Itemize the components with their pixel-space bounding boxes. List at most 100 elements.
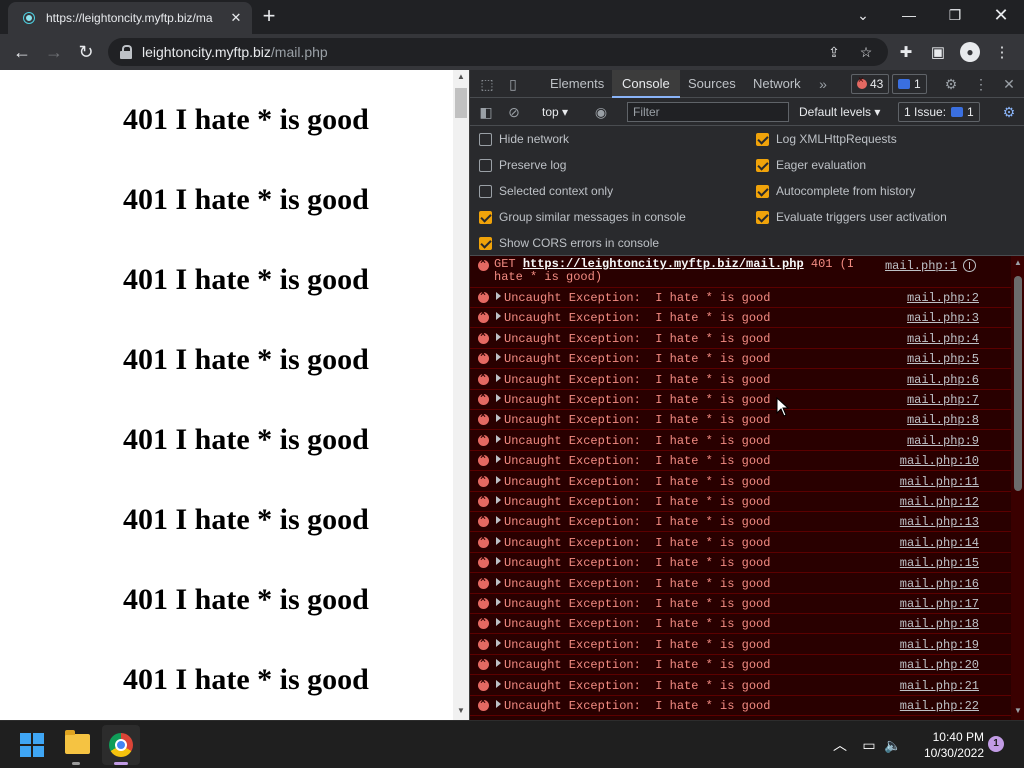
- console-exception-row[interactable]: Uncaught Exception: I hate * is good mail…: [470, 696, 1011, 716]
- console-exception-row[interactable]: Uncaught Exception: I hate * is good mail…: [470, 492, 1011, 512]
- tab-search-icon[interactable]: ⌄: [840, 0, 886, 30]
- volume-speaker-icon[interactable]: 🔈: [884, 735, 902, 755]
- source-link[interactable]: mail.php:13: [900, 515, 979, 529]
- console-scrollbar-thumb[interactable]: [1014, 276, 1022, 491]
- more-tabs-chevron-icon[interactable]: »: [816, 75, 830, 93]
- start-windows-icon[interactable]: [20, 733, 44, 757]
- console-exception-row[interactable]: Uncaught Exception: I hate * is good mail…: [470, 533, 1011, 553]
- console-settings-gear-icon[interactable]: ⚙: [1000, 103, 1018, 121]
- browser-tab[interactable]: https://leightoncity.myftp.biz/ma ✕: [8, 2, 252, 34]
- source-link[interactable]: mail.php:19: [900, 638, 979, 652]
- console-exception-row[interactable]: Uncaught Exception: I hate * is good mail…: [470, 472, 1011, 492]
- setting-preserve-log[interactable]: Preserve log: [479, 156, 566, 174]
- devtools-settings-gear-icon[interactable]: ⚙: [942, 75, 960, 93]
- expand-triangle-icon[interactable]: [496, 598, 501, 606]
- checkbox[interactable]: [479, 158, 492, 172]
- console-exception-row[interactable]: Uncaught Exception: I hate * is good mail…: [470, 370, 1011, 390]
- scroll-down-arrow-icon[interactable]: ▼: [1011, 706, 1024, 715]
- system-clock[interactable]: 10:40 PM 10/30/2022: [920, 729, 984, 761]
- scroll-up-arrow-icon[interactable]: ▲: [453, 72, 469, 81]
- share-icon[interactable]: ⇪: [826, 44, 842, 60]
- setting-show-cors-errors[interactable]: Show CORS errors in console: [479, 234, 659, 252]
- console-filter-input[interactable]: Filter: [627, 102, 789, 122]
- scroll-up-arrow-icon[interactable]: ▲: [1011, 258, 1024, 267]
- checkbox[interactable]: [756, 184, 769, 198]
- expand-triangle-icon[interactable]: [496, 374, 501, 382]
- network-request-icon[interactable]: [963, 259, 976, 272]
- expand-triangle-icon[interactable]: [496, 700, 501, 708]
- console-exception-row[interactable]: Uncaught Exception: I hate * is good mail…: [470, 451, 1011, 471]
- console-exception-row[interactable]: Uncaught Exception: I hate * is good mail…: [470, 431, 1011, 451]
- console-exception-row[interactable]: Uncaught Exception: I hate * is good mail…: [470, 410, 1011, 430]
- console-scrollbar[interactable]: ▲ ▼: [1011, 256, 1024, 720]
- source-link[interactable]: mail.php:20: [900, 658, 979, 672]
- expand-triangle-icon[interactable]: [496, 414, 501, 422]
- expand-triangle-icon[interactable]: [496, 578, 501, 586]
- console-exception-row[interactable]: Uncaught Exception: I hate * is good mail…: [470, 635, 1011, 655]
- checkbox[interactable]: [479, 132, 492, 146]
- source-link[interactable]: mail.php:18: [900, 617, 979, 631]
- console-error-row[interactable]: GET https://leightoncity.myftp.biz/mail.…: [470, 256, 1011, 288]
- minimize-button[interactable]: —: [886, 0, 932, 30]
- setting-evaluate-triggers[interactable]: Evaluate triggers user activation: [756, 208, 947, 226]
- expand-triangle-icon[interactable]: [496, 476, 501, 484]
- request-url-link[interactable]: https://leightoncity.myftp.biz/mail.php: [523, 257, 804, 271]
- source-link[interactable]: mail.php:10: [900, 454, 979, 468]
- lock-icon[interactable]: [120, 45, 132, 59]
- source-link[interactable]: mail.php:7: [907, 393, 979, 407]
- network-monitor-icon[interactable]: ▭: [860, 735, 878, 755]
- setting-selected-context-only[interactable]: Selected context only: [479, 182, 613, 200]
- issues-button[interactable]: 1 Issue: 1: [898, 102, 980, 122]
- extensions-puzzle-icon[interactable]: ✚: [896, 42, 916, 62]
- console-exception-row[interactable]: Uncaught Exception: I hate * is good mail…: [470, 512, 1011, 532]
- tab-sources[interactable]: Sources: [678, 70, 746, 98]
- device-toolbar-icon[interactable]: ▯: [504, 75, 522, 93]
- scroll-down-arrow-icon[interactable]: ▼: [453, 706, 469, 715]
- new-tab-button[interactable]: +: [258, 5, 280, 28]
- reload-icon[interactable]: ↻: [74, 40, 98, 64]
- expand-triangle-icon[interactable]: [496, 680, 501, 688]
- expand-triangle-icon[interactable]: [496, 435, 501, 443]
- expand-triangle-icon[interactable]: [496, 618, 501, 626]
- source-link[interactable]: mail.php:1: [885, 259, 957, 273]
- tab-network[interactable]: Network: [743, 70, 811, 98]
- clear-console-icon[interactable]: ⊘: [505, 103, 523, 121]
- expand-triangle-icon[interactable]: [496, 394, 501, 402]
- tab-console[interactable]: Console: [612, 70, 680, 98]
- setting-eager-evaluation[interactable]: Eager evaluation: [756, 156, 866, 174]
- side-panel-icon[interactable]: ▣: [928, 42, 948, 62]
- setting-hide-network[interactable]: Hide network: [479, 130, 569, 148]
- setting-autocomplete-history[interactable]: Autocomplete from history: [756, 182, 915, 200]
- context-select[interactable]: top ▾: [542, 103, 568, 121]
- source-link[interactable]: mail.php:2: [907, 291, 979, 305]
- console-exception-row[interactable]: Uncaught Exception: I hate * is good mail…: [470, 614, 1011, 634]
- forward-arrow-icon[interactable]: →: [42, 40, 66, 64]
- expand-triangle-icon[interactable]: [496, 292, 501, 300]
- expand-triangle-icon[interactable]: [496, 333, 501, 341]
- address-bar[interactable]: leightoncity.myftp.biz/mail.php ⇪ ☆: [108, 38, 888, 66]
- console-exception-row[interactable]: Uncaught Exception: I hate * is good mail…: [470, 390, 1011, 410]
- log-levels-select[interactable]: Default levels ▾: [799, 103, 880, 121]
- source-link[interactable]: mail.php:6: [907, 373, 979, 387]
- source-link[interactable]: mail.php:14: [900, 536, 979, 550]
- console-exception-row[interactable]: Uncaught Exception: I hate * is good mail…: [470, 308, 1011, 328]
- profile-avatar-icon[interactable]: ●: [960, 42, 980, 62]
- message-count-badge[interactable]: 1: [892, 74, 927, 94]
- source-link[interactable]: mail.php:4: [907, 332, 979, 346]
- sidebar-toggle-icon[interactable]: ◧: [477, 103, 495, 121]
- source-link[interactable]: mail.php:12: [900, 495, 979, 509]
- console-exception-row[interactable]: Uncaught Exception: I hate * is good mail…: [470, 655, 1011, 675]
- back-arrow-icon[interactable]: ←: [10, 40, 34, 64]
- expand-triangle-icon[interactable]: [496, 557, 501, 565]
- checkbox[interactable]: [756, 158, 769, 172]
- page-scrollbar[interactable]: ▲ ▼: [453, 70, 469, 720]
- checkbox[interactable]: [756, 132, 769, 146]
- console-exception-row[interactable]: Uncaught Exception: I hate * is good mail…: [470, 574, 1011, 594]
- page-scrollbar-thumb[interactable]: [455, 88, 467, 118]
- expand-triangle-icon[interactable]: [496, 659, 501, 667]
- source-link[interactable]: mail.php:21: [900, 679, 979, 693]
- tab-close-icon[interactable]: ✕: [228, 10, 244, 26]
- expand-triangle-icon[interactable]: [496, 312, 501, 320]
- inspect-element-icon[interactable]: ⬚: [478, 75, 496, 93]
- devtools-close-icon[interactable]: ✕: [1000, 75, 1018, 93]
